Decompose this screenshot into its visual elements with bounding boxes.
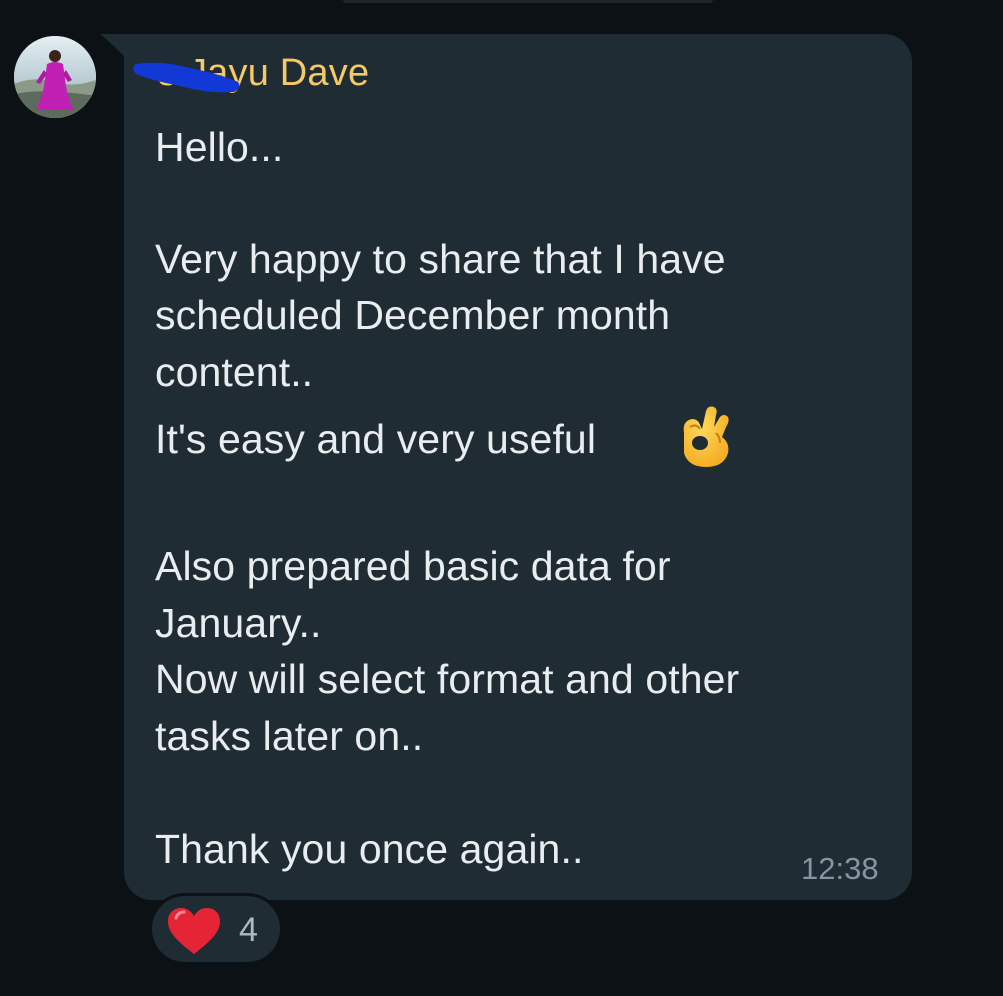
- sender-avatar[interactable]: [14, 36, 96, 118]
- chat-screen: s Jayu Dave Hello... Very happy to share…: [0, 0, 1003, 996]
- red-heart-icon: [168, 908, 220, 954]
- reaction-count: 4: [239, 911, 258, 949]
- message-line: January..: [155, 600, 322, 646]
- message-timestamp: 12:38: [801, 851, 879, 886]
- message-line: It's easy and very useful: [155, 416, 597, 462]
- message-line: tasks later on..: [155, 713, 424, 759]
- message-line: content..: [155, 349, 314, 395]
- message-line: Also prepared basic data for: [155, 543, 671, 589]
- ok-hand-emoji-icon: [683, 406, 729, 467]
- message-line: Thank you once again..: [155, 826, 584, 872]
- message-line: scheduled December month: [155, 292, 671, 338]
- message-line: Hello...: [155, 124, 284, 170]
- previous-message-edge: [343, 0, 713, 3]
- redaction-mark: [133, 62, 240, 93]
- message-line: Very happy to share that I have: [155, 236, 726, 282]
- message-line: Now will select format and other: [155, 656, 740, 702]
